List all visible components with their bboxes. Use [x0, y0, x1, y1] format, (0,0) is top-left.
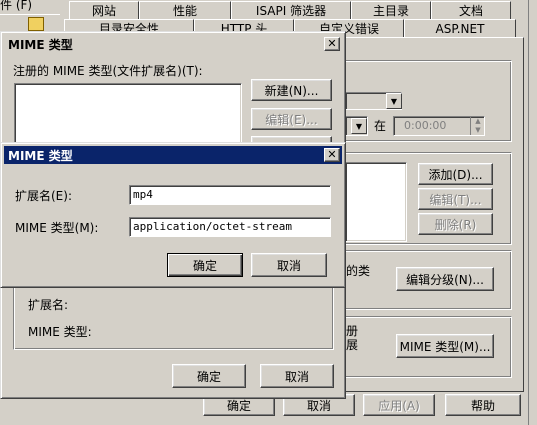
time-at-label: 在 [374, 119, 387, 133]
time-value: 0:00:00 [404, 119, 447, 132]
expiration-dropdown-arrow-icon[interactable]: ▼ [386, 93, 402, 109]
close-icon[interactable]: ✕ [324, 148, 340, 162]
properties-help-button[interactable]: 帮助 [445, 394, 521, 416]
mime-types-ok-button[interactable]: 确定 [172, 364, 246, 388]
tab-home-directory[interactable]: 主目录 [351, 1, 431, 19]
tab-documents[interactable]: 文档 [431, 1, 511, 19]
right-edge-frame [528, 0, 537, 425]
mime-type-edit-title: MIME 类型 [8, 148, 73, 163]
tab-isapi-filters[interactable]: ISAPI 筛选器 [231, 1, 351, 19]
close-icon[interactable]: ✕ [324, 37, 340, 51]
mime-types-dialog-titlebar[interactable]: MIME 类型 ✕ [4, 35, 342, 53]
time-spin-icon[interactable]: ▲ ▼ [470, 117, 485, 135]
registered-mime-label: 注册的 MIME 类型(文件扩展名)(T): [13, 64, 203, 78]
details-extension-label: 扩展名: [28, 298, 69, 312]
new-mime-button[interactable]: 新建(N)... [251, 79, 332, 101]
expiration-unit-arrow-icon[interactable]: ▼ [351, 118, 367, 134]
rating-text-fragment: 的类 [346, 264, 371, 278]
mime-types-cancel-button[interactable]: 取消 [260, 364, 334, 388]
edit-mime-button: 编辑(E)... [251, 108, 332, 130]
menu-file-fragment[interactable]: 件 (F) [0, 0, 32, 12]
tab-website[interactable]: 网站 [69, 1, 139, 19]
edit-rating-button[interactable]: 编辑分级(N)... [396, 267, 494, 291]
custom-headers-list[interactable] [345, 162, 407, 242]
mime-type-edit-titlebar[interactable]: MIME 类型 ✕ [4, 146, 342, 164]
mime-text-fragment-1: 册 [346, 324, 359, 338]
add-header-button[interactable]: 添加(D)... [418, 163, 493, 185]
mime-types-dialog-title: MIME 类型 [8, 37, 73, 52]
tab-performance[interactable]: 性能 [139, 1, 231, 19]
edit-cancel-button[interactable]: 取消 [251, 253, 327, 277]
edit-ok-button[interactable]: 确定 [167, 253, 243, 277]
folder-up-icon[interactable] [28, 17, 44, 31]
properties-apply-button: 应用(A) [363, 394, 435, 416]
mime-type-label: MIME 类型(M): [15, 221, 99, 235]
edit-header-button: 编辑(T)... [418, 188, 493, 210]
extension-input[interactable]: mp4 [129, 185, 331, 205]
details-mime-type-label: MIME 类型: [28, 325, 92, 339]
mime-text-fragment-2: 展 [346, 338, 359, 352]
mime-types-button[interactable]: MIME 类型(M)... [396, 334, 494, 358]
extension-label: 扩展名(E): [15, 189, 72, 203]
mime-type-edit-dialog: MIME 类型 ✕ 扩展名(E): mp4 MIME 类型(M): applic… [0, 142, 346, 288]
mime-details-group [13, 284, 334, 350]
mime-type-input[interactable]: application/octet-stream [129, 217, 331, 237]
tab-aspnet[interactable]: ASP.NET [404, 19, 516, 37]
remove-header-button: 删除(R) [418, 213, 493, 235]
